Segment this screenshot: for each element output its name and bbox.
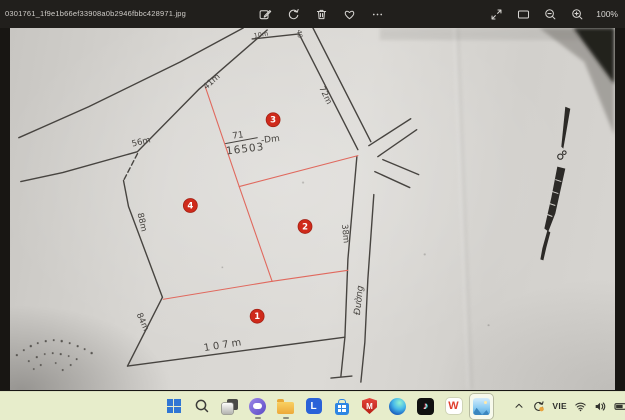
svg-text:3: 3 [270,115,276,125]
zoom-in-icon [571,8,584,21]
zoom-level-label: 100% [596,9,618,19]
l-app-button[interactable]: L [302,394,325,419]
ellipsis-icon [371,8,384,21]
favorite-button[interactable] [340,5,358,23]
stipple-marks [16,182,490,371]
photo-canvas[interactable]: 56m 41m 10m 40 72m 88m 84m 107m 38m Đườn… [10,28,615,390]
trash-icon [315,8,328,21]
plot-marker-4: 4 [183,199,197,213]
zoom-in-button[interactable] [568,5,586,23]
store-button[interactable] [330,394,353,419]
shield-icon: M [362,398,377,414]
edit-icon [259,8,272,21]
tiktok-icon: ♪ [417,398,434,415]
plot-marker-1: 1 [250,309,264,323]
store-icon [335,403,349,415]
rotate-icon [287,8,300,21]
battery-icon[interactable] [614,400,625,413]
rotate-button[interactable] [284,5,302,23]
wps-icon: W [446,398,462,414]
subdivision-lines [163,87,357,299]
task-view-button[interactable] [218,394,241,419]
stream-symbol [540,107,570,261]
wps-office-button[interactable]: W [442,394,465,419]
measurement-label: 84m [135,311,152,332]
photos-icon [473,398,490,415]
screen: { "window": { "title": "0301761_1f9e1b66… [0,0,625,420]
search-icon [194,398,210,414]
tiktok-button[interactable]: ♪ [414,394,437,419]
file-name-label: 0301761_1f9e1b66ef33908a0b2946fbbc428971… [5,9,186,18]
measurement-labels: 56m 41m 10m 40 72m 88m 84m 107m 38m Đườn… [131,29,366,354]
heart-icon [343,8,356,21]
language-indicator[interactable]: VIE [552,401,567,411]
svg-text:1: 1 [254,311,260,321]
security-app-button[interactable]: M [358,394,381,419]
more-options-button[interactable] [368,5,386,23]
measurement-label: 41m [201,71,222,91]
measurement-label: 10m [253,30,269,40]
measurement-label: 72m [317,84,334,105]
wifi-icon[interactable] [574,400,587,413]
taskbar-apps: L M ♪ W [162,393,493,419]
windows-start-icon [167,399,181,413]
title-bar: 0301761_1f9e1b66ef33908a0b2946fbbc428971… [0,0,625,28]
parcel-suffix: -Dm [260,134,280,146]
edge-icon [389,398,406,415]
l-app-icon: L [306,398,322,414]
chat-app-button[interactable] [246,394,269,419]
fit-to-window-icon [517,8,530,21]
search-button[interactable] [190,394,213,419]
svg-text:4: 4 [187,201,193,211]
edit-image-button[interactable] [256,5,274,23]
delete-button[interactable] [312,5,330,23]
survey-map-drawing: 56m 41m 10m 40 72m 88m 84m 107m 38m Đườn… [10,28,615,390]
task-view-icon [222,399,238,414]
parcel-denominator: 16503 [225,141,264,158]
photos-app-button[interactable] [470,394,493,419]
edge-browser-button[interactable] [386,394,409,419]
system-tray: VIE [513,393,624,419]
fit-to-window-button[interactable] [514,5,532,23]
folder-icon [277,402,294,414]
chevron-up-icon[interactable] [513,400,525,412]
sync-status-icon[interactable] [532,400,545,413]
measurement-label: 38m [340,224,352,244]
chat-icon [249,398,266,415]
start-button[interactable] [162,394,185,419]
view-controls: 100% [487,5,618,23]
volume-icon[interactable] [594,400,607,413]
fullscreen-icon [490,8,503,21]
file-explorer-button[interactable] [274,394,297,419]
taskbar: L M ♪ W VIE [0,391,625,420]
fullscreen-button[interactable] [487,5,505,23]
paper-crease [455,28,469,389]
plot-marker-3: 3 [266,113,280,127]
measurement-label: 56m [131,134,152,148]
parcel-number: 71 16503 -Dm [224,126,281,157]
zoom-out-button[interactable] [541,5,559,23]
road-name-label: Đường [352,285,366,316]
plot-marker-2: 2 [298,219,312,233]
measurement-label: 40 [295,29,304,38]
svg-text:2: 2 [302,221,308,231]
zoom-out-icon [544,8,557,21]
photo-toolbar [256,5,386,23]
